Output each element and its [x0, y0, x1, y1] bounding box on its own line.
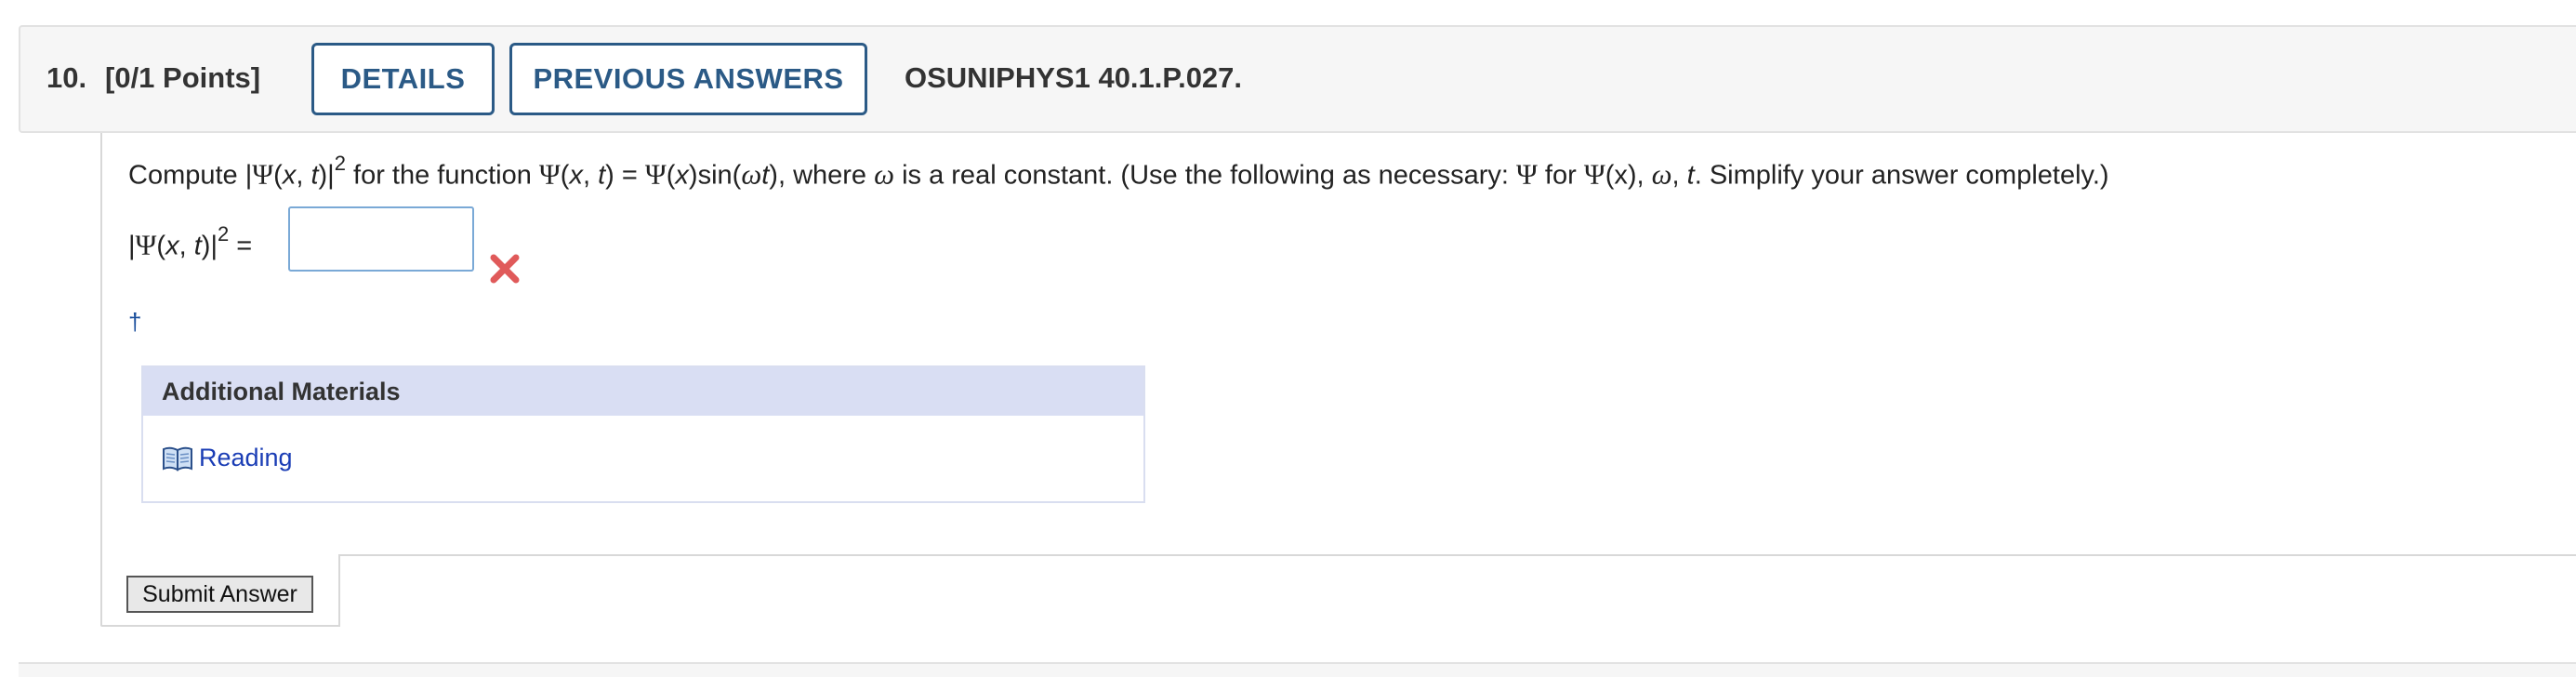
- question-points: [0/1 Points]: [105, 61, 261, 94]
- footnote-dagger: †: [128, 308, 142, 336]
- question-frame-bottom-border: [100, 625, 340, 627]
- incorrect-x-icon: [490, 254, 520, 284]
- question-number: 10.: [46, 61, 87, 94]
- additional-materials-panel: Additional Materials Reading: [141, 365, 1145, 503]
- question-frame-left-border: [100, 133, 102, 626]
- book-icon: [163, 446, 192, 471]
- question-frame-right-border: [338, 554, 2576, 556]
- question-frame-step-border: [338, 554, 340, 627]
- reading-link[interactable]: Reading: [162, 444, 293, 472]
- previous-answers-button[interactable]: PREVIOUS ANSWERS: [509, 43, 867, 115]
- question-code: OSUNIPHYS1 40.1.P.027.: [905, 61, 1243, 94]
- submit-answer-button[interactable]: Submit Answer: [126, 576, 313, 613]
- additional-materials-title: Additional Materials: [143, 367, 1143, 416]
- answer-input[interactable]: [288, 206, 474, 272]
- answer-label: |Ψ(x, t)|2 =: [128, 222, 253, 261]
- question-prompt: Compute |Ψ(x, t)|2 for the function Ψ(x,…: [128, 152, 2109, 191]
- reading-link-label[interactable]: Reading: [199, 444, 293, 472]
- details-button[interactable]: DETAILS: [311, 43, 495, 115]
- next-question-header: [19, 662, 2576, 677]
